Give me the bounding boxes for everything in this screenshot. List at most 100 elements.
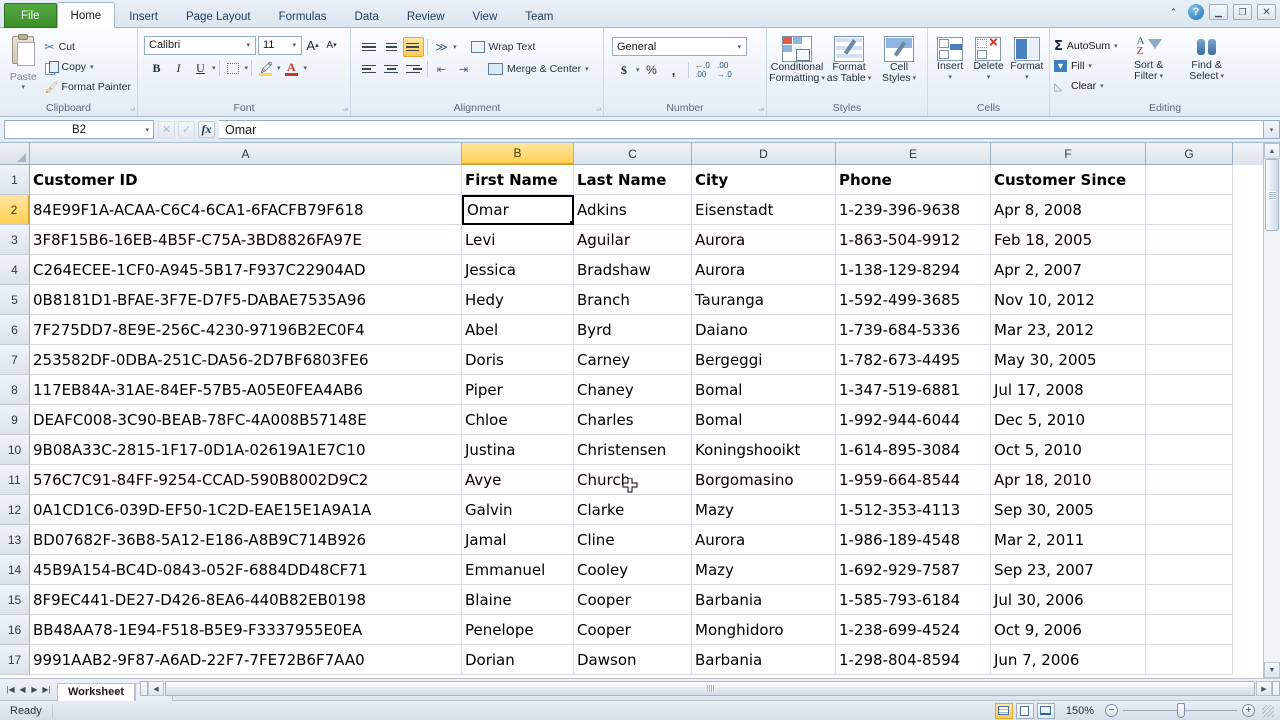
row-header-8[interactable]: 8	[0, 375, 30, 405]
cell-D2[interactable]: Eisenstadt	[692, 195, 836, 225]
delete-cells-button[interactable]: Delete ▾	[970, 35, 1006, 83]
number-format-chevron-down-icon[interactable]: ▾	[734, 43, 744, 51]
cell-B6[interactable]: Abel	[462, 315, 574, 345]
cell-C12[interactable]: Clarke	[574, 495, 692, 525]
cell-D6[interactable]: Daiano	[692, 315, 836, 345]
row-header-5[interactable]: 5	[0, 285, 30, 315]
cell-G10[interactable]	[1146, 435, 1233, 465]
row-header-7[interactable]: 7	[0, 345, 30, 375]
align-bottom-button[interactable]	[403, 37, 424, 57]
fill-button[interactable]: ▼ Fill ▾	[1054, 56, 1118, 76]
row-header-2[interactable]: 2	[0, 195, 30, 225]
cell-F7[interactable]: May 30, 2005	[991, 345, 1146, 375]
autosum-chevron-down-icon[interactable]: ▾	[1114, 42, 1118, 50]
cell-G16[interactable]	[1146, 615, 1233, 645]
row-header-4[interactable]: 4	[0, 255, 30, 285]
first-sheet-icon[interactable]: |◀	[5, 685, 16, 694]
cell-G17[interactable]	[1146, 645, 1233, 675]
increase-decimal-button[interactable]: ←.0.00	[693, 60, 713, 80]
cell-A14[interactable]: 45B9A154-BC4D-0843-052F-6884DD48CF71	[30, 555, 462, 585]
sort-filter-chevron-down-icon[interactable]: ▾	[1160, 71, 1164, 82]
cell-B13[interactable]: Jamal	[462, 525, 574, 555]
font-size-combo[interactable]: 11 ▾	[258, 35, 302, 55]
cell-G9[interactable]	[1146, 405, 1233, 435]
currency-button[interactable]: $	[614, 60, 634, 80]
find-select-chevron-down-icon[interactable]: ▾	[1220, 71, 1224, 82]
cell-G14[interactable]	[1146, 555, 1233, 585]
cell-F2[interactable]: Apr 8, 2008	[991, 195, 1146, 225]
clear-chevron-down-icon[interactable]: ▾	[1100, 82, 1104, 90]
cell-E9[interactable]: 1-992-944-6044	[836, 405, 991, 435]
cell-F3[interactable]: Feb 18, 2005	[991, 225, 1146, 255]
cell-E8[interactable]: 1-347-519-6881	[836, 375, 991, 405]
column-header-g[interactable]: G	[1146, 143, 1233, 165]
cell-A17[interactable]: 9991AAB2-9F87-A6AD-22F7-7FE72B6F7AA0	[30, 645, 462, 675]
cell-D13[interactable]: Aurora	[692, 525, 836, 555]
row-header-10[interactable]: 10	[0, 435, 30, 465]
format-painter-button[interactable]: Format Painter	[43, 77, 133, 97]
cell-A8[interactable]: 117EB84A-31AE-84EF-57B5-A05E0FEA4AB6	[30, 375, 462, 405]
cell-C14[interactable]: Cooley	[574, 555, 692, 585]
cell-E6[interactable]: 1-739-684-5336	[836, 315, 991, 345]
zoom-in-button[interactable]: +	[1242, 704, 1255, 717]
delete-cells-chevron-down-icon[interactable]: ▾	[987, 72, 991, 83]
cell-F13[interactable]: Mar 2, 2011	[991, 525, 1146, 555]
cell-C1[interactable]: Last Name	[574, 165, 692, 195]
cell-A16[interactable]: BB48AA78-1E94-F518-B5E9-F3337955E0EA	[30, 615, 462, 645]
cell-G11[interactable]	[1146, 465, 1233, 495]
row-header-11[interactable]: 11	[0, 465, 30, 495]
shrink-font-button[interactable]: A ▾	[323, 35, 340, 55]
cell-C8[interactable]: Chaney	[574, 375, 692, 405]
cell-C9[interactable]: Charles	[574, 405, 692, 435]
cell-D3[interactable]: Aurora	[692, 225, 836, 255]
underline-button[interactable]: U	[190, 58, 211, 78]
cell-A7[interactable]: 253582DF-0DBA-251C-DA56-2D7BF6803FE6	[30, 345, 462, 375]
cell-F14[interactable]: Sep 23, 2007	[991, 555, 1146, 585]
cell-E1[interactable]: Phone	[836, 165, 991, 195]
name-box-chevron-down-icon[interactable]: ▾	[145, 126, 149, 134]
cell-B10[interactable]: Justina	[462, 435, 574, 465]
scroll-right-button[interactable]: ▶	[1256, 681, 1272, 696]
number-format-combo[interactable]: General ▾	[612, 37, 747, 56]
cell-C2[interactable]: Adkins	[574, 195, 692, 225]
cell-B14[interactable]: Emmanuel	[462, 555, 574, 585]
cell-C16[interactable]: Cooper	[574, 615, 692, 645]
cell-A3[interactable]: 3F8F15B6-16EB-4B5F-C75A-3BD8826FA97E	[30, 225, 462, 255]
cell-G3[interactable]	[1146, 225, 1233, 255]
cell-styles-chevron-down-icon[interactable]: ▾	[913, 73, 917, 84]
wrap-text-button[interactable]: Wrap Text	[469, 37, 538, 57]
zoom-slider[interactable]: − +	[1105, 703, 1255, 718]
cancel-formula-icon[interactable]: ✕	[158, 121, 175, 138]
cell-G6[interactable]	[1146, 315, 1233, 345]
row-header-9[interactable]: 9	[0, 405, 30, 435]
cell-G15[interactable]	[1146, 585, 1233, 615]
conditional-formatting-button[interactable]: Conditional Formatting ▾	[769, 34, 825, 84]
row-header-6[interactable]: 6	[0, 315, 30, 345]
comma-style-button[interactable]: ,	[664, 60, 684, 80]
merge-center-button[interactable]: Merge & Center ▾	[486, 59, 591, 79]
horizontal-scrollbar[interactable]: ◀ ▶	[140, 679, 1280, 698]
resize-grip-icon[interactable]	[1262, 704, 1274, 717]
cell-F1[interactable]: Customer Since	[991, 165, 1146, 195]
cell-F10[interactable]: Oct 5, 2010	[991, 435, 1146, 465]
cell-E16[interactable]: 1-238-699-4524	[836, 615, 991, 645]
font-dialog-launcher-icon[interactable]	[338, 105, 348, 115]
expand-formula-bar-icon[interactable]: ▾	[1264, 120, 1280, 139]
cell-E13[interactable]: 1-986-189-4548	[836, 525, 991, 555]
cell-A9[interactable]: DEAFC008-3C90-BEAB-78FC-4A008B57148E	[30, 405, 462, 435]
font-name-combo[interactable]: Calibri ▾	[144, 35, 256, 55]
autosum-button[interactable]: Σ AutoSum ▾	[1054, 36, 1118, 56]
vertical-scroll-track[interactable]	[1264, 231, 1280, 662]
cell-A11[interactable]: 576C7C91-84FF-9254-CCAD-590B8002D9C2	[30, 465, 462, 495]
cell-E10[interactable]: 1-614-895-3084	[836, 435, 991, 465]
cell-E7[interactable]: 1-782-673-4495	[836, 345, 991, 375]
underline-chevron-down-icon[interactable]: ▾	[212, 64, 216, 72]
currency-chevron-down-icon[interactable]: ▾	[636, 66, 640, 74]
clear-button[interactable]: ◺ Clear ▾	[1054, 76, 1118, 96]
cell-G2[interactable]	[1146, 195, 1233, 225]
cell-G7[interactable]	[1146, 345, 1233, 375]
cell-A12[interactable]: 0A1CD1C6-039D-EF50-1C2D-EAE15E1A9A1A	[30, 495, 462, 525]
tab-data[interactable]: Data	[341, 4, 393, 28]
cell-C3[interactable]: Aguilar	[574, 225, 692, 255]
cell-B1[interactable]: First Name	[462, 165, 574, 195]
